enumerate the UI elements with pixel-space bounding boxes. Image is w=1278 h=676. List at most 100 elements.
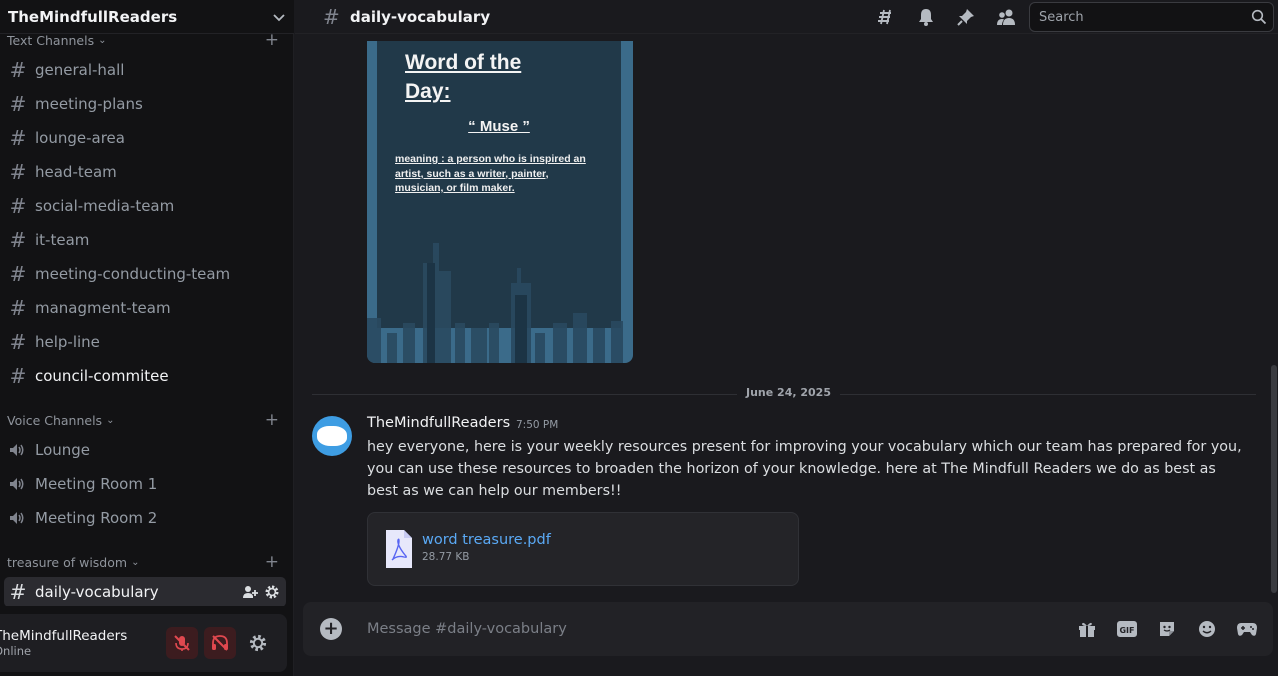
category-label: treasure of wisdom [7, 555, 128, 570]
locked-hash-icon: # [9, 160, 27, 184]
channel-council-commitee[interactable]: # council-commitee [4, 361, 286, 391]
hash-icon: # [9, 580, 27, 604]
channel-help-line[interactable]: # help-line [4, 327, 286, 357]
search-input[interactable] [1039, 9, 1251, 25]
city-skyline-graphic [367, 243, 623, 363]
add-attachment-button[interactable]: + [320, 618, 342, 640]
user-name: TheMindfullReaders [0, 628, 128, 644]
hash-icon: # [9, 330, 27, 354]
server-header[interactable]: TheMindfullReaders [0, 0, 294, 34]
locked-hash-icon: # [9, 296, 27, 320]
channel-label: daily-vocabulary [35, 583, 159, 601]
channel-managment-team[interactable]: # managment-team [4, 293, 286, 323]
invite-people-icon[interactable] [242, 584, 258, 600]
message-input[interactable] [367, 618, 967, 640]
channel-label: Meeting Room 2 [35, 509, 158, 527]
threads-icon[interactable] [874, 6, 898, 28]
pdf-file-icon [386, 530, 412, 568]
mute-button[interactable] [166, 627, 198, 659]
gamepad-icon[interactable] [1235, 617, 1259, 641]
voice-channel-lounge[interactable]: Lounge [4, 435, 286, 465]
hash-icon: # [9, 58, 27, 82]
channel-meeting-plans[interactable]: # meeting-plans [4, 89, 286, 119]
add-channel-icon[interactable]: + [265, 34, 279, 49]
channel-label: Lounge [35, 441, 91, 459]
message-author[interactable]: TheMindfullReaders [367, 415, 510, 431]
date-divider: June 24, 2025 [737, 386, 840, 399]
channel-label: meeting-plans [35, 95, 143, 113]
locked-hash-icon: # [9, 364, 27, 388]
file-name-link[interactable]: word treasure.pdf [422, 532, 551, 548]
category-treasure-of-wisdom[interactable]: treasure of wisdom ⌄ + [7, 554, 279, 571]
channel-label: help-line [35, 333, 100, 351]
speaker-icon [10, 478, 24, 490]
user-settings-button[interactable] [242, 627, 274, 659]
add-channel-icon[interactable]: + [265, 554, 279, 571]
file-size: 28.77 KB [422, 551, 470, 563]
scrollbar[interactable] [1271, 365, 1277, 593]
channel-label: general-hall [35, 61, 125, 79]
user-info[interactable]: TheMindfullReaders Online [0, 628, 154, 658]
locked-hash-icon: # [9, 194, 27, 218]
channel-label: meeting-conducting-team [35, 265, 231, 283]
gift-icon[interactable] [1075, 617, 1099, 641]
pin-icon[interactable] [954, 6, 978, 28]
user-panel: TheMindfullReaders Online [0, 614, 287, 672]
channel-label: social-media-team [35, 197, 175, 215]
category-text-channels[interactable]: Text Channels ⌄ + [7, 34, 279, 49]
hash-icon: # [9, 126, 27, 150]
emoji-icon[interactable] [1195, 617, 1219, 641]
channel-label: lounge-area [35, 129, 125, 147]
channel-head-team[interactable]: # head-team [4, 157, 286, 187]
notification-bell-icon[interactable] [914, 6, 938, 28]
search-box[interactable] [1029, 2, 1274, 32]
poster-word: “ Muse ” [468, 118, 530, 135]
channel-it-team[interactable]: # it-team [4, 225, 286, 255]
channel-header: # daily-vocabulary [295, 0, 1278, 34]
search-icon [1251, 9, 1267, 25]
sticker-icon[interactable] [1155, 617, 1179, 641]
message-timestamp: 7:50 PM [516, 419, 559, 431]
chevron-down-icon: ⌄ [98, 35, 107, 46]
message-composer: + GIF [303, 602, 1273, 656]
poster-title: Word of the Day: [405, 51, 522, 103]
gear-icon [249, 634, 267, 652]
add-channel-icon[interactable]: + [265, 412, 279, 429]
hash-icon: # [9, 92, 27, 116]
channel-meeting-conducting-team[interactable]: # meeting-conducting-team [4, 259, 286, 289]
hash-icon: # [323, 4, 340, 29]
category-voice-channels[interactable]: Voice Channels ⌄ + [7, 412, 279, 429]
channel-daily-vocabulary[interactable]: # daily-vocabulary [4, 577, 286, 606]
muted-mic-icon [174, 635, 190, 651]
channel-label: it-team [35, 231, 90, 249]
file-attachment[interactable]: word treasure.pdf 28.77 KB [367, 512, 799, 586]
deafen-button[interactable] [204, 627, 236, 659]
channel-sidebar: TheMindfullReaders Text Channels ⌄ + # gen… [0, 0, 294, 676]
speaker-icon [10, 444, 24, 456]
category-label: Voice Channels [7, 413, 103, 428]
gif-button[interactable]: GIF [1115, 617, 1139, 641]
channel-lounge-area[interactable]: # lounge-area [4, 123, 286, 153]
channel-title: daily-vocabulary [350, 7, 491, 26]
channel-label: head-team [35, 163, 117, 181]
channel-general-hall[interactable]: # general-hall [4, 55, 286, 85]
channel-social-media-team[interactable]: # social-media-team [4, 191, 286, 221]
avatar[interactable] [312, 416, 352, 456]
chevron-down-icon: ⌄ [131, 557, 140, 568]
server-name: TheMindfullReaders [8, 7, 178, 26]
user-status: Online [0, 644, 32, 658]
voice-channel-meeting-room-2[interactable]: Meeting Room 2 [4, 503, 286, 533]
server-logo-icon [317, 426, 347, 446]
channel-label: council-commitee [35, 367, 169, 385]
speaker-icon [10, 512, 24, 524]
channel-label: Meeting Room 1 [35, 475, 158, 493]
chevron-down-icon [273, 13, 285, 21]
member-list-icon[interactable] [994, 6, 1018, 28]
locked-hash-icon: # [9, 228, 27, 252]
voice-channel-meeting-room-1[interactable]: Meeting Room 1 [4, 469, 286, 499]
gear-icon[interactable] [264, 584, 280, 600]
category-label: Text Channels [7, 34, 95, 48]
poster-meaning: meaning : a person who is inspired an ar… [395, 153, 586, 194]
gif-label: GIF [1119, 626, 1134, 635]
word-of-the-day-image[interactable]: Word of the Day: “ Muse ” meaning : a pe… [367, 41, 633, 363]
